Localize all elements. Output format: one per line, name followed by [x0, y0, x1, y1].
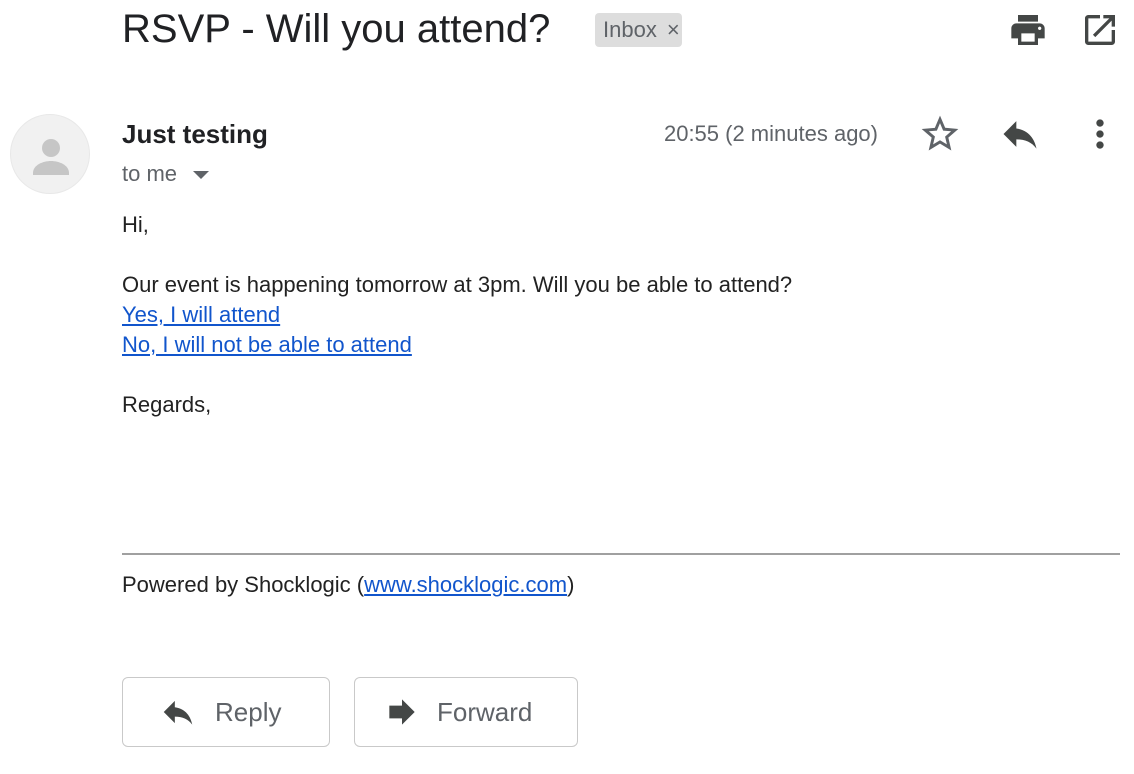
message-text: Our event is happening tomorrow at 3pm. …: [122, 272, 793, 297]
forward-button-label: Forward: [437, 696, 533, 727]
inbox-label-chip: Inbox ×: [595, 13, 682, 47]
closing-text: Regards,: [122, 392, 212, 417]
remove-label-icon[interactable]: ×: [667, 19, 680, 41]
recipient-text: to me: [122, 161, 178, 186]
caret-down-icon: [193, 171, 210, 179]
open-in-new-window-icon[interactable]: [1080, 10, 1120, 50]
shocklogic-link[interactable]: www.shocklogic.com: [364, 572, 567, 597]
forward-button[interactable]: Forward: [354, 677, 578, 747]
reply-icon[interactable]: [998, 112, 1042, 156]
label-text: Inbox: [603, 17, 657, 42]
print-icon[interactable]: [1008, 10, 1048, 50]
forward-icon: [383, 693, 421, 731]
sender-avatar: [10, 114, 90, 194]
reply-icon: [159, 693, 197, 731]
footer-suffix: ): [567, 572, 575, 597]
email-view: RSVP - Will you attend? Inbox × Just tes…: [0, 0, 1134, 774]
star-icon[interactable]: [918, 112, 962, 156]
rsvp-no-link[interactable]: No, I will not be able to attend: [122, 332, 412, 357]
person-icon: [33, 139, 69, 175]
email-body: Hi, Our event is happening tomorrow at 3…: [122, 210, 1112, 420]
footer-divider: [122, 553, 1120, 555]
email-subject: RSVP - Will you attend?: [122, 7, 551, 51]
reply-button[interactable]: Reply: [122, 677, 330, 747]
footer-prefix: Powered by Shocklogic (: [122, 572, 365, 597]
email-timestamp: 20:55 (2 minutes ago): [663, 121, 878, 146]
email-footer: Powered by Shocklogic (www.shocklogic.co…: [122, 570, 574, 600]
greeting-text: Hi,: [122, 212, 149, 237]
more-vertical-icon[interactable]: [1078, 112, 1122, 156]
reply-button-label: Reply: [215, 696, 282, 727]
sender-name[interactable]: Just testing: [122, 118, 268, 150]
rsvp-yes-link[interactable]: Yes, I will attend: [122, 302, 280, 327]
recipient-details-toggle[interactable]: to me: [122, 160, 210, 188]
